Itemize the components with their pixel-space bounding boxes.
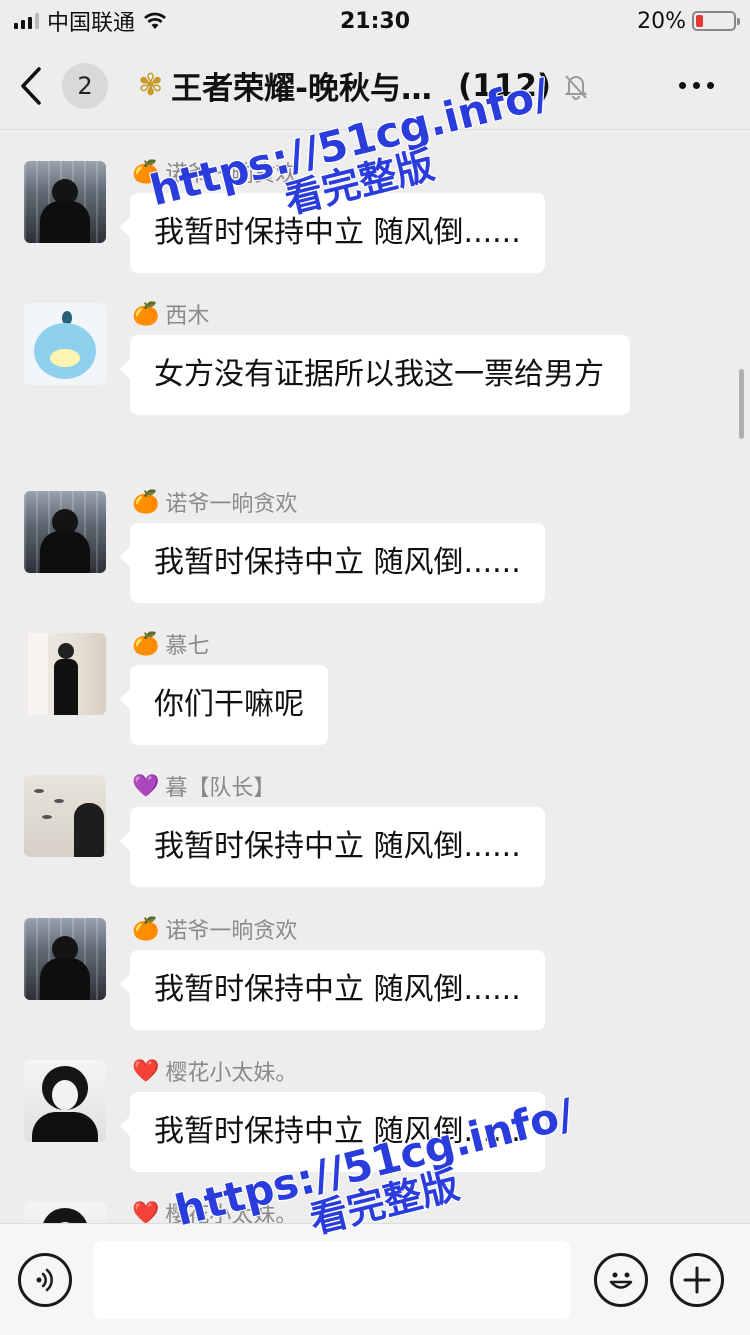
signal-icon xyxy=(14,13,39,29)
orange-icon: 🍊 xyxy=(132,301,160,327)
smiley-icon xyxy=(609,1272,633,1289)
scrollbar[interactable] xyxy=(739,369,744,439)
sender-name: 🍊 诺爷一晌贪欢 xyxy=(132,914,298,945)
orange-icon: 🍊 xyxy=(132,489,160,515)
sender-name: 🍊 西木 xyxy=(132,299,210,330)
message-bubble[interactable]: 我暂时保持中立 随风倒...... xyxy=(120,1092,545,1172)
emoji-button[interactable] xyxy=(594,1252,648,1307)
message-bubble[interactable]: 你们干嘛呢 xyxy=(120,665,328,745)
sender-name: ❤️ 樱花小太妹。 xyxy=(132,1056,298,1087)
status-bar: 中国联通 21:30 20% xyxy=(0,0,750,42)
voice-icon xyxy=(36,1268,53,1291)
message-bubble[interactable]: 我暂时保持中立 随风倒...... xyxy=(120,193,545,273)
battery-percent: 20% xyxy=(637,8,686,34)
red-heart-icon: ❤️ xyxy=(132,1200,160,1224)
fairy-icon: ✾ xyxy=(138,68,164,103)
group-name: 王者荣耀-晚秋与… xyxy=(171,71,433,107)
chat-title[interactable]: ✾ 王者荣耀-晚秋与… (112) xyxy=(138,63,591,108)
sender-name: ❤️ 樱花小太妹。 xyxy=(132,1198,298,1224)
avatar[interactable] xyxy=(24,491,106,573)
orange-icon: 🍊 xyxy=(132,631,160,657)
battery-icon xyxy=(692,11,740,31)
plus-icon xyxy=(683,1266,711,1293)
message-list[interactable]: 🍊 诺爷一晌贪欢 我暂时保持中立 随风倒...... 🍊 西木 女方没有证据所以… xyxy=(0,131,750,1223)
avatar[interactable] xyxy=(24,1202,106,1223)
avatar[interactable] xyxy=(24,633,106,715)
message-bubble[interactable]: 女方没有证据所以我这一票给男方 xyxy=(120,335,630,415)
status-left: 中国联通 xyxy=(14,5,167,37)
status-right: 20% xyxy=(637,8,740,34)
carrier-label: 中国联通 xyxy=(47,11,136,36)
orange-icon: 🍊 xyxy=(132,159,160,185)
message-bubble[interactable]: 我暂时保持中立 随风倒...... xyxy=(120,523,545,603)
back-button[interactable] xyxy=(20,64,50,108)
avatar[interactable] xyxy=(24,161,106,243)
voice-button[interactable] xyxy=(18,1252,72,1307)
member-count: (112) xyxy=(458,67,552,104)
avatar[interactable] xyxy=(24,775,106,857)
sender-label: 诺爷一晌贪欢 xyxy=(165,919,298,944)
sender-label: 暮【队长】 xyxy=(165,776,276,801)
wifi-icon xyxy=(144,12,167,29)
unread-count-badge[interactable]: 2 xyxy=(62,62,108,109)
red-heart-icon: ❤️ xyxy=(132,1058,160,1084)
purple-heart-icon: 💜 xyxy=(132,773,160,799)
sender-name: 🍊 诺爷一晌贪欢 xyxy=(132,157,298,188)
orange-icon: 🍊 xyxy=(132,916,160,942)
avatar[interactable] xyxy=(24,918,106,1000)
sender-name: 🍊 诺爷一晌贪欢 xyxy=(132,487,298,518)
sender-label: 诺爷一晌贪欢 xyxy=(165,492,298,517)
message-bubble[interactable]: 我暂时保持中立 随风倒...... xyxy=(120,950,545,1030)
plus-button[interactable] xyxy=(670,1252,724,1307)
chevron-left-icon xyxy=(21,66,41,105)
sender-name: 💜 暮【队长】 xyxy=(132,771,276,802)
avatar[interactable] xyxy=(24,1060,106,1142)
message-input[interactable] xyxy=(94,1240,570,1319)
sender-name: 🍊 慕七 xyxy=(132,629,210,660)
sender-label: 樱花小太妹。 xyxy=(165,1061,298,1086)
chat-header: 2 ✾ 王者荣耀-晚秋与… (112) xyxy=(0,42,750,130)
message-bubble[interactable]: 我暂时保持中立 随风倒...... xyxy=(120,807,545,887)
input-bar xyxy=(0,1223,750,1335)
sender-label: 慕七 xyxy=(165,634,210,659)
avatar[interactable] xyxy=(24,303,106,385)
sender-label: 西木 xyxy=(165,304,210,329)
battery-fill xyxy=(696,15,704,27)
sender-label: 樱花小太妹。 xyxy=(165,1203,298,1223)
sender-label: 诺爷一晌贪欢 xyxy=(165,162,298,187)
mute-bell-icon xyxy=(564,74,588,100)
more-options-button[interactable] xyxy=(679,82,730,89)
